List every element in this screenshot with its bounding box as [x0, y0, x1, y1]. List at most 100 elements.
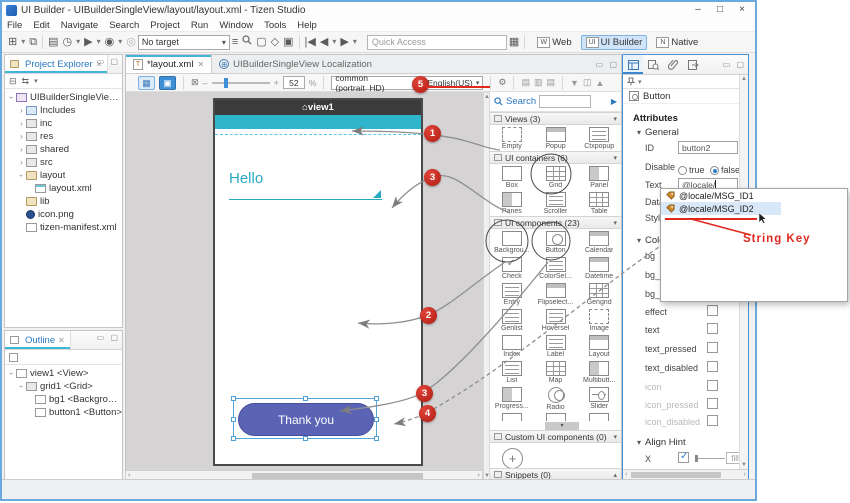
text-pressed-checkbox[interactable] [707, 342, 718, 353]
tab-layout-xml[interactable]: T *layout.xml ✕ [126, 55, 212, 73]
palette-item-table[interactable]: Table [577, 190, 621, 216]
outline-row-bg1[interactable]: bg1 <Background> [5, 393, 122, 406]
x-align-checkbox[interactable] [678, 452, 689, 463]
minimize-maximize-icons[interactable]: ▭ ▢ [97, 333, 120, 342]
palette-item-layout[interactable]: Layout [577, 333, 621, 359]
save-icon[interactable]: ▤ [46, 33, 60, 51]
zoom-slider-thumb[interactable] [224, 78, 228, 88]
palette-item-grid[interactable]: Grid [534, 164, 578, 190]
palette-item-gengrid[interactable]: Gengrid [577, 281, 621, 307]
scroll-more-indicator[interactable]: ▾ [545, 422, 579, 430]
palette-item-partial[interactable] [490, 411, 534, 421]
palette-item-partial[interactable] [534, 411, 578, 421]
menu-search[interactable]: Search [109, 20, 139, 31]
close-tab-icon[interactable]: ✕ [197, 60, 204, 69]
resize-handle[interactable] [374, 396, 379, 401]
collapse-icon[interactable]: ▾ [613, 433, 617, 441]
selection-box[interactable]: Thank you [233, 398, 377, 439]
palette-item-background[interactable]: Backgrou... [490, 229, 534, 255]
palette-item-button[interactable]: Button [534, 229, 578, 255]
palette-item-calendar[interactable]: Calendar [577, 229, 621, 255]
new-dropdown-icon[interactable]: ▾ [19, 33, 27, 51]
palette-item-scroller[interactable]: Scroller [534, 190, 578, 216]
outline-tab[interactable]: Outline ✕ [5, 331, 71, 349]
collapse-icon[interactable]: ▾ [613, 154, 617, 162]
perspective-web-button[interactable]: W Web [532, 35, 576, 50]
outline-row-view1[interactable]: ›view1 <View> [5, 367, 122, 380]
collapse-all-icon[interactable]: ⊟ [9, 76, 17, 87]
palette-item-datetime[interactable]: Datetime [577, 255, 621, 281]
palette-search-input[interactable] [539, 95, 591, 108]
save-all-icon[interactable]: ⧉ [27, 33, 39, 51]
emulator-manager-icon[interactable]: ≡ [230, 33, 240, 51]
add-custom-component-button[interactable]: + [502, 448, 523, 469]
palette-item-hoversel[interactable]: Hoversel [534, 307, 578, 333]
tree-row-lib[interactable]: lib [5, 195, 122, 208]
build-icon[interactable]: ◷ [61, 33, 75, 51]
zoom-out-icon[interactable]: – [203, 78, 208, 88]
back-icon[interactable]: ◀ [318, 33, 330, 51]
menu-project[interactable]: Project [150, 20, 180, 31]
resize-handle[interactable] [374, 436, 379, 441]
build-dropdown-icon[interactable]: ▾ [74, 33, 82, 51]
expander-icon[interactable]: › [17, 145, 26, 154]
outline-row-button1[interactable]: button1 <Button> [5, 406, 122, 419]
forms-icon[interactable]: ▣ [281, 33, 295, 51]
resize-handle[interactable] [231, 417, 236, 422]
palette-item-ctxpopup[interactable]: Ctxpopup [577, 125, 621, 151]
text-disabled-checkbox[interactable] [707, 361, 718, 372]
minimize-maximize-icons[interactable]: ▭ ▢ [723, 60, 746, 69]
general-section-header[interactable]: General [637, 127, 679, 138]
view-menu-icon[interactable]: ▾ [34, 77, 38, 85]
scroll-left-icon[interactable]: ‹ [625, 470, 627, 479]
id-input[interactable]: button2 [678, 141, 738, 154]
palette-item-empty[interactable]: Empty [490, 125, 534, 151]
menu-window[interactable]: Window [219, 20, 253, 31]
pin-dropdown-icon[interactable]: ▾ [638, 78, 642, 86]
expander-icon[interactable]: › [17, 158, 26, 167]
palette-item-progressbar[interactable]: Progress... [490, 385, 534, 411]
close-tab-icon[interactable]: ✕ [58, 336, 65, 345]
outline-mode-icon[interactable] [9, 353, 18, 362]
menu-tools[interactable]: Tools [264, 20, 286, 31]
palette-scrollbar[interactable]: ▲▼ [483, 92, 490, 481]
entry-resize-grip[interactable] [373, 190, 381, 198]
expander-icon[interactable]: › [17, 132, 26, 141]
search-tool-icon[interactable] [240, 33, 254, 51]
minimize-button[interactable]: – [687, 2, 709, 18]
resize-handle[interactable] [303, 436, 308, 441]
palette-item-flipselector[interactable]: Flipselect... [534, 281, 578, 307]
forward-icon[interactable]: ▶ [338, 33, 350, 51]
outline-row-grid1[interactable]: ›grid1 <Grid> [5, 380, 122, 393]
menu-run[interactable]: Run [191, 20, 208, 31]
icon-color-checkbox[interactable] [707, 380, 718, 391]
x-align-slider[interactable] [695, 458, 725, 459]
palette-item-partial[interactable] [577, 411, 621, 421]
tree-row-layout-xml[interactable]: layout.xml [5, 182, 122, 195]
palette-item-entry[interactable]: Entry [490, 281, 534, 307]
tab-link-icon[interactable] [663, 55, 683, 74]
settings-gear-icon[interactable]: ⚙ [498, 77, 506, 88]
scrollbar-thumb[interactable] [631, 472, 721, 478]
tree-row-src[interactable]: ›src [5, 156, 122, 169]
palette-item-list[interactable]: List [490, 359, 534, 385]
tab-attributes-icon[interactable] [623, 55, 643, 74]
tree-row-project[interactable]: ›UIBuilderSingleView - mobile-4.0 [5, 91, 122, 104]
minimize-maximize-icons[interactable]: ▭ ▢ [97, 57, 120, 66]
palette-item-image[interactable]: Image [577, 307, 621, 333]
window-tool-icon[interactable]: ▢ [254, 33, 268, 51]
quick-access-input[interactable]: Quick Access [367, 35, 507, 50]
forward-dropdown-icon[interactable]: ▾ [351, 33, 359, 51]
expander-icon[interactable]: › [7, 369, 16, 378]
perspective-ui-builder-button[interactable]: UI UI Builder [581, 35, 648, 50]
text-color-checkbox[interactable] [707, 323, 718, 334]
entry-widget[interactable]: Hello [229, 170, 263, 187]
link-editor-icon[interactable]: ⇆ [22, 76, 30, 87]
search-go-icon[interactable]: ▶ [611, 97, 617, 106]
palette-item-box[interactable]: Box [490, 164, 534, 190]
maximize-button[interactable]: □ [709, 2, 731, 18]
phone-mockup[interactable]: ⌂view1 Hello Thank you [213, 98, 423, 466]
expander-icon[interactable]: › [17, 171, 26, 180]
minimize-maximize-icons[interactable]: ▭ ▢ [596, 60, 619, 69]
resize-handle[interactable] [231, 436, 236, 441]
